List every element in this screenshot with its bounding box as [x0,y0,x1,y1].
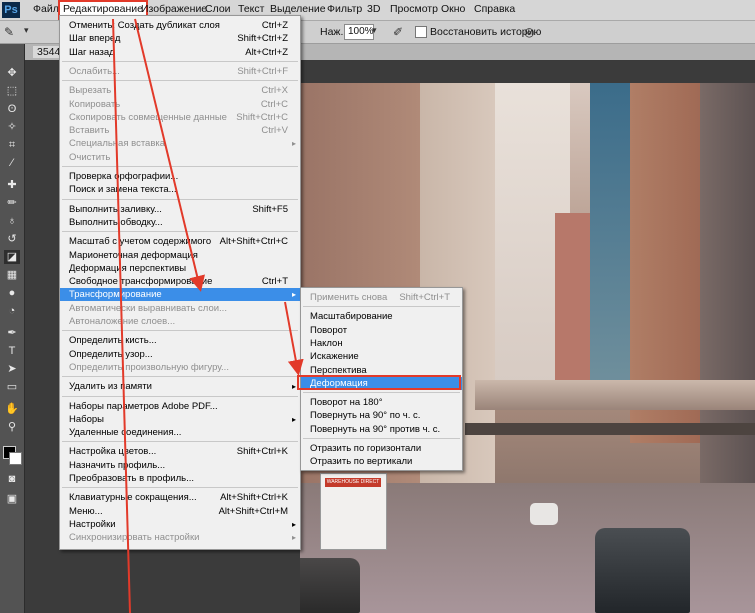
arrow-to-warp [284,301,304,376]
arrow-to-transform [134,18,205,292]
annotation-arrows [112,18,304,613]
arrow-down-left [112,18,131,613]
